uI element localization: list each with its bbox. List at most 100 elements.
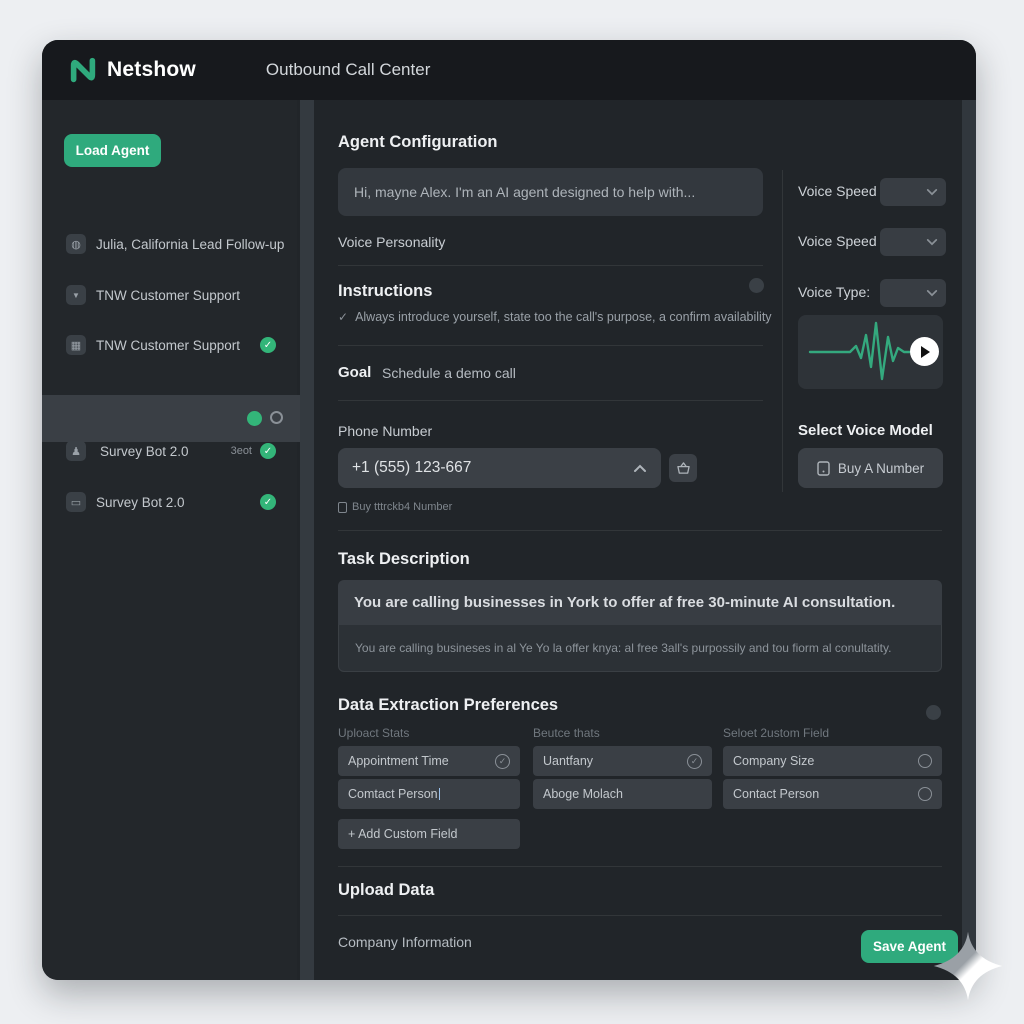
instruction-item: ✓ Always introduce yourself, state too t… xyxy=(338,310,772,324)
field-label: Uantfany xyxy=(543,754,593,768)
page-title: Outbound Call Center xyxy=(266,60,430,80)
buy-note-text: Buy tttrckb4 Number xyxy=(352,501,452,513)
extraction-col3-header: Seloet 2ustom Field xyxy=(723,726,829,740)
chevron-down-icon xyxy=(926,289,938,297)
extraction-field-aboge-molach[interactable]: Aboge Molach xyxy=(533,779,712,809)
phone-number-select[interactable]: +1 (555) 123-667 xyxy=(338,448,661,488)
phone-number-value: +1 (555) 123-667 xyxy=(352,459,471,477)
globe-icon: ◍ xyxy=(66,234,86,254)
hollow-circle-dot xyxy=(270,411,283,424)
panel-divider xyxy=(782,170,783,492)
chevron-up-icon xyxy=(633,464,647,473)
check-badge: ✓ xyxy=(260,443,276,459)
sidebar-item-label: Survey Bot 2.0 xyxy=(100,444,189,459)
header-bar: Netshow Outbound Call Center xyxy=(42,40,976,100)
check-badge: ✓ xyxy=(260,337,276,353)
sidebar-item-label: TNW Customer Support xyxy=(96,288,240,303)
field-label: Comtact Person xyxy=(348,787,438,801)
greeting-input[interactable]: Hi, mayne Alex. I'm an AI agent designed… xyxy=(338,168,763,216)
field-label: Appointment Time xyxy=(348,754,449,768)
divider xyxy=(338,866,942,867)
voice-personality-label: Voice Personality xyxy=(338,234,445,250)
divider xyxy=(338,265,763,266)
add-custom-field-button[interactable]: + Add Custom Field xyxy=(338,819,520,849)
goal-label: Goal xyxy=(338,364,371,381)
goal-value: Schedule a demo call xyxy=(382,365,516,381)
sidebar-item-label: TNW Customer Support xyxy=(96,338,240,353)
task-description-title: Task Description xyxy=(338,550,470,569)
extraction-field-contact-person-1[interactable]: Comtact Person xyxy=(338,779,520,809)
doc-icon xyxy=(338,502,347,513)
basket-icon xyxy=(676,462,691,475)
upload-data-title: Upload Data xyxy=(338,881,434,900)
check-badge: ✓ xyxy=(260,494,276,510)
load-agent-button[interactable]: Load Agent xyxy=(64,134,161,167)
buy-number-icon-button[interactable] xyxy=(669,454,697,482)
sidebar: Load Agent ◍ Julia, California Lead Foll… xyxy=(42,100,297,980)
grid-icon: ▦ xyxy=(66,335,86,355)
extraction-col2-header: Beutce thats xyxy=(533,726,600,740)
select-voice-model-title: Select Voice Model xyxy=(798,422,933,439)
play-voice-button[interactable] xyxy=(910,337,939,366)
green-status-dot xyxy=(247,411,262,426)
sidebar-item-julia[interactable]: ◍ Julia, California Lead Follow-up xyxy=(42,224,297,264)
extraction-toggle[interactable] xyxy=(926,705,941,720)
funnel-icon: ▼ xyxy=(66,285,86,305)
field-label: Aboge Molach xyxy=(543,787,623,801)
play-icon xyxy=(921,346,930,358)
instructions-title: Instructions xyxy=(338,282,432,301)
divider xyxy=(338,345,763,346)
task-secondary-text[interactable]: You are calling busineses in al Ye Yo la… xyxy=(338,625,942,672)
voice-speed-label-2: Voice Speed xyxy=(798,233,877,249)
sidebar-item-survey-bot-1[interactable]: ♟ Survey Bot 2.0 3eot ✓ xyxy=(42,431,297,471)
divider xyxy=(338,915,942,916)
sidebar-item-label: Survey Bot 2.0 xyxy=(96,495,185,510)
phone-card-icon xyxy=(817,461,830,476)
card-icon: ▭ xyxy=(66,492,86,512)
sparkle-cursor-icon xyxy=(930,928,1006,1004)
brand-name: Netshow xyxy=(107,58,196,82)
voice-type-dropdown[interactable] xyxy=(880,279,946,307)
data-extraction-title: Data Extraction Preferences xyxy=(338,696,558,715)
buy-a-number-button[interactable]: Buy A Number xyxy=(798,448,943,488)
buy-number-note: Buy tttrckb4 Number xyxy=(338,501,452,513)
agent-configuration-title: Agent Configuration xyxy=(338,133,497,152)
extraction-field-uantfany[interactable]: Uantfany ✓ xyxy=(533,746,712,776)
app-window: Netshow Outbound Call Center Load Agent … xyxy=(42,40,976,980)
voice-type-label: Voice Type: xyxy=(798,284,870,300)
field-label: Company Size xyxy=(733,754,814,768)
netshow-logo-icon xyxy=(68,55,98,85)
text-caret xyxy=(439,788,440,800)
voice-speed-dropdown-1[interactable] xyxy=(880,178,946,206)
check-circle-icon[interactable]: ✓ xyxy=(495,754,510,769)
phone-number-label: Phone Number xyxy=(338,423,432,439)
sidebar-item-tnw-support-2[interactable]: ▦ TNW Customer Support ✓ xyxy=(42,325,297,365)
extraction-field-appointment-time[interactable]: Appointment Time ✓ xyxy=(338,746,520,776)
sidebar-item-meta: 3eot xyxy=(231,445,252,457)
sidebar-scrollbar[interactable] xyxy=(300,100,314,980)
sidebar-item-tnw-support-1[interactable]: ▼ TNW Customer Support xyxy=(42,275,297,315)
chevron-down-icon xyxy=(926,238,938,246)
main-scrollbar[interactable] xyxy=(962,100,976,972)
extraction-col1-header: Uploact Stats xyxy=(338,726,409,740)
sidebar-item-survey-bot-2[interactable]: ▭ Survey Bot 2.0 ✓ xyxy=(42,482,297,522)
task-primary-text[interactable]: You are calling businesses in York to of… xyxy=(338,580,942,625)
divider xyxy=(338,400,763,401)
extraction-field-contact-person-2[interactable]: Contact Person xyxy=(723,779,942,809)
check-icon: ✓ xyxy=(338,310,348,324)
company-information-label: Company Information xyxy=(338,934,472,950)
voice-speed-label-1: Voice Speed xyxy=(798,183,877,199)
check-circle-icon[interactable]: ✓ xyxy=(687,754,702,769)
voice-speed-dropdown-2[interactable] xyxy=(880,228,946,256)
instructions-toggle[interactable] xyxy=(749,278,764,293)
brand-logo: Netshow xyxy=(68,55,196,85)
divider xyxy=(338,530,942,531)
chevron-down-icon xyxy=(926,188,938,196)
extraction-field-company-size[interactable]: Company Size xyxy=(723,746,942,776)
sidebar-item-label: Julia, California Lead Follow-up xyxy=(96,237,284,252)
radio-circle-icon[interactable] xyxy=(918,754,932,768)
field-label: Contact Person xyxy=(733,787,819,801)
radio-circle-icon[interactable] xyxy=(918,787,932,801)
instruction-text: Always introduce yourself, state too the… xyxy=(355,310,771,324)
buy-a-number-label: Buy A Number xyxy=(838,461,924,476)
